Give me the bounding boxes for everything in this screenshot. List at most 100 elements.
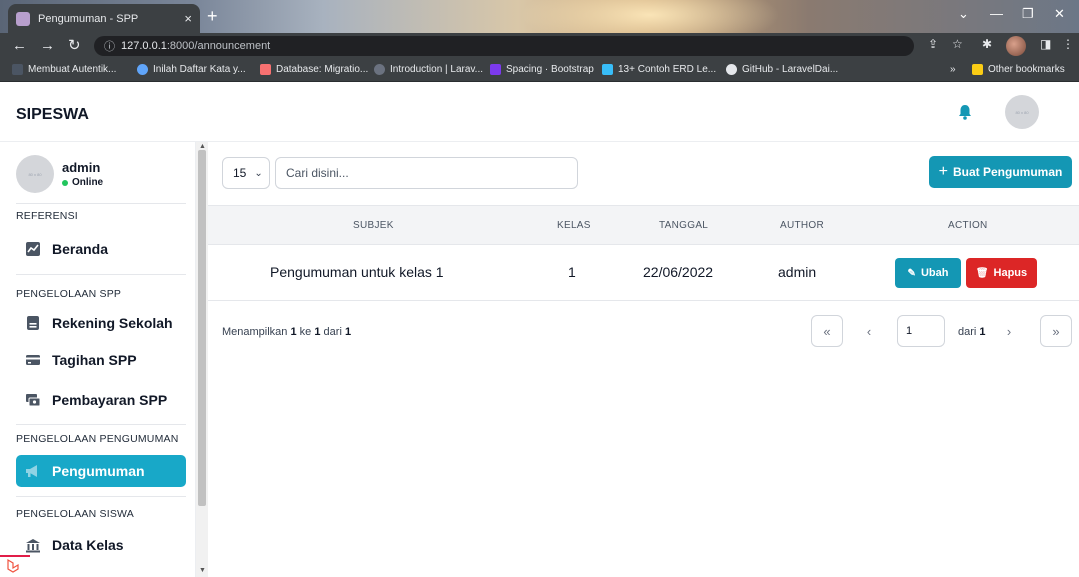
window-close-icon[interactable]: ✕	[1054, 6, 1065, 22]
new-tab-button[interactable]: +	[207, 5, 218, 27]
per-page-select[interactable]: 15 ⌄	[222, 157, 270, 189]
header-avatar[interactable]: 80 x 80	[1005, 95, 1039, 129]
bookmarks-overflow[interactable]: »	[950, 64, 956, 75]
browser-toolbar: ← → ↻ ⓘ 127.0.0.1 :8000/announcement ⇪ ☆…	[0, 33, 1079, 59]
notification-bell-icon[interactable]	[958, 104, 972, 120]
scroll-down-icon[interactable]: ▼	[199, 567, 206, 574]
document-icon	[24, 314, 42, 332]
sidebar-item-rekening-sekolah[interactable]: Rekening Sekolah	[16, 307, 186, 339]
sidebar-item-tagihan-spp[interactable]: Tagihan SPP	[16, 344, 186, 376]
sidebar-item-data-kelas[interactable]: Data Kelas	[16, 529, 186, 561]
main-content: 15 ⌄ + Buat Pengumuman SUBJEK KELAS TANG…	[208, 142, 1079, 577]
minimize-icon[interactable]: —	[990, 6, 1003, 21]
bookmark-favicon-icon	[602, 64, 613, 75]
bookmark-item[interactable]: Database: Migratio...	[260, 64, 368, 75]
reload-icon[interactable]: ↻	[68, 36, 81, 56]
first-page-button[interactable]: «	[811, 315, 843, 347]
section-heading-spp: PENGELOLAAN SPP	[16, 288, 122, 300]
trash-icon: 🗑	[975, 267, 989, 279]
divider	[16, 274, 186, 275]
last-page-button[interactable]: »	[1040, 315, 1072, 347]
browser-menu-icon[interactable]: ⋮	[1062, 37, 1074, 51]
column-header-subjek[interactable]: SUBJEK	[353, 220, 394, 231]
bank-icon	[24, 536, 42, 554]
bookmark-favicon-icon	[137, 64, 148, 75]
sidebar-item-beranda[interactable]: Beranda	[16, 233, 186, 265]
chart-icon	[24, 240, 42, 258]
window-background-decoration	[520, 0, 780, 33]
laravel-favicon-icon	[16, 11, 30, 26]
previous-page-button[interactable]: ‹	[853, 315, 885, 347]
address-bar[interactable]: ⓘ 127.0.0.1 :8000/announcement	[94, 36, 914, 56]
table-row: Pengumuman untuk kelas 1 1 22/06/2022 ad…	[208, 245, 1079, 301]
chevron-left-icon: ‹	[866, 323, 872, 339]
browser-tab-active[interactable]: Pengumuman - SPP ×	[8, 4, 200, 33]
column-header-tanggal[interactable]: TANGGAL	[659, 220, 708, 231]
cell-kelas: 1	[568, 264, 576, 280]
bookmark-favicon-icon	[260, 64, 271, 75]
column-header-action: ACTION	[948, 220, 988, 231]
search-input[interactable]	[275, 157, 578, 189]
sidebar-item-pengumuman[interactable]: Pengumuman	[16, 455, 186, 487]
divider	[16, 203, 186, 204]
bootstrap-icon	[490, 64, 501, 75]
other-bookmarks[interactable]: Other bookmarks	[972, 64, 1065, 75]
plus-icon: +	[938, 163, 948, 180]
next-page-button[interactable]: ›	[993, 315, 1025, 347]
decorative-line	[0, 555, 30, 557]
url-host: 127.0.0.1	[121, 40, 167, 52]
scroll-up-icon[interactable]: ▲	[199, 143, 206, 150]
tab-title: Pengumuman - SPP	[38, 12, 139, 25]
chevron-right-icon: ›	[1006, 323, 1012, 339]
brand-title[interactable]: SIPESWA	[16, 106, 89, 124]
cell-tanggal: 22/06/2022	[643, 264, 714, 280]
github-icon	[726, 64, 737, 75]
pencil-icon: ✎	[907, 267, 916, 279]
laravel-logo-icon	[7, 558, 19, 573]
bookmark-item[interactable]: GitHub - LaravelDai...	[726, 64, 838, 75]
double-chevron-right-icon: »	[1052, 323, 1060, 339]
sidebar-item-pembayaran-spp[interactable]: Pembayaran SPP	[16, 384, 186, 416]
bookmark-item[interactable]: Spacing · Bootstrap	[490, 64, 594, 75]
sidebar-scroll-thumb[interactable]	[198, 150, 206, 506]
sidebar-user-panel: 80 x 80 admin Online	[16, 152, 186, 196]
bookmark-item[interactable]: Introduction | Larav...	[374, 64, 483, 75]
bookmarks-bar: Membuat Autentik... Inilah Daftar Kata y…	[0, 59, 1079, 82]
extensions-icon[interactable]: ✱	[982, 37, 992, 51]
delete-button[interactable]: 🗑 Hapus	[966, 258, 1037, 288]
user-name: admin	[62, 160, 101, 175]
create-announcement-button[interactable]: + Buat Pengumuman	[929, 156, 1072, 188]
bookmark-item[interactable]: Membuat Autentik...	[12, 64, 116, 75]
forward-icon[interactable]: →	[40, 36, 55, 56]
page-total-label: dari 1	[958, 326, 986, 338]
pagination-info: Menampilkan 1 ke 1 dari 1	[222, 326, 352, 338]
side-panel-icon[interactable]: ◨	[1040, 37, 1051, 51]
share-icon[interactable]: ⇪	[928, 37, 938, 51]
table-header: SUBJEK KELAS TANGGAL AUTHOR ACTION	[208, 205, 1079, 245]
page-number-input[interactable]	[897, 315, 945, 347]
sidebar: 80 x 80 admin Online REFERENSI Beranda P…	[0, 142, 196, 577]
double-chevron-left-icon: «	[823, 323, 831, 339]
section-heading-referensi: REFERENSI	[16, 210, 78, 222]
online-dot-icon	[62, 179, 68, 186]
section-heading-siswa: PENGELOLAAN SISWA	[16, 508, 134, 520]
bookmark-item[interactable]: Inilah Daftar Kata y...	[137, 64, 246, 75]
browser-tab-strip: Pengumuman - SPP × + ⌄ — ❐ ✕	[0, 0, 1079, 33]
browser-profile-avatar[interactable]	[1006, 36, 1026, 56]
edit-button[interactable]: ✎ Ubah	[895, 258, 961, 288]
tab-search-icon[interactable]: ⌄	[958, 6, 969, 22]
url-path: :8000/announcement	[166, 40, 271, 52]
avatar: 80 x 80	[16, 155, 54, 193]
chevron-down-icon: ⌄	[254, 167, 263, 179]
column-header-author[interactable]: AUTHOR	[780, 220, 824, 231]
folder-icon	[972, 64, 983, 75]
column-header-kelas[interactable]: KELAS	[557, 220, 591, 231]
site-info-icon[interactable]: ⓘ	[104, 38, 115, 54]
restore-icon[interactable]: ❐	[1022, 6, 1034, 22]
cell-subjek: Pengumuman untuk kelas 1	[270, 264, 444, 280]
card-icon	[24, 351, 42, 369]
tab-close-icon[interactable]: ×	[184, 11, 192, 26]
back-icon[interactable]: ←	[12, 36, 27, 56]
bookmark-item[interactable]: 13+ Contoh ERD Le...	[602, 64, 716, 75]
bookmark-star-icon[interactable]: ☆	[952, 37, 963, 51]
